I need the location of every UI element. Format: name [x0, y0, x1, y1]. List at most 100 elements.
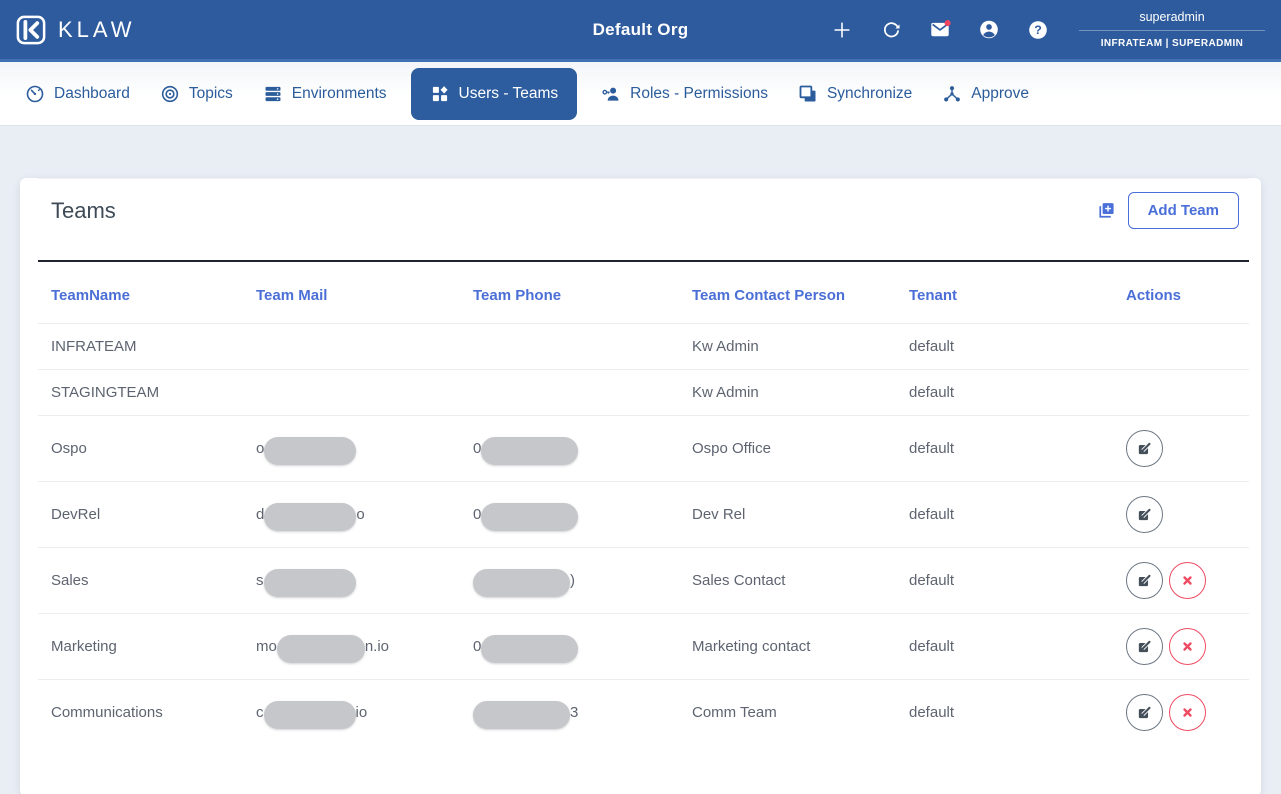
table-row: Communications c io 3 Comm Team default	[38, 679, 1249, 746]
team-mail: do	[256, 482, 473, 548]
nav-synchronize[interactable]: Synchronize	[783, 68, 927, 120]
edit-team-button[interactable]	[1126, 496, 1163, 533]
team-contact: Marketing contact	[692, 638, 811, 655]
redaction-pill	[481, 502, 579, 531]
team-contact: Dev Rel	[692, 506, 746, 523]
redaction-pill	[263, 568, 356, 597]
team-phone: 0	[473, 482, 692, 548]
hub-icon	[944, 85, 961, 101]
delete-team-button[interactable]	[1169, 694, 1206, 731]
team-actions	[1126, 548, 1249, 614]
team-name: Sales	[51, 572, 89, 589]
nav-users-teams[interactable]: Users - Teams	[410, 67, 578, 120]
app-header: KLAW Default Org ? superadmin INFRATEAM …	[0, 0, 1281, 62]
teams-table: TeamName Team Mail Team Phone Team Conta…	[38, 260, 1249, 745]
nav-environments[interactable]: Environments	[248, 68, 402, 120]
team-actions	[1126, 614, 1249, 680]
teams-card: Teams Add Team TeamName Team Mail Team P…	[20, 178, 1261, 794]
redaction-pill	[276, 634, 365, 663]
plus-icon[interactable]	[831, 19, 853, 41]
nav-label: Approve	[971, 84, 1029, 102]
team-actions	[1126, 370, 1249, 416]
team-phone: )	[473, 548, 692, 614]
team-contact: Kw Admin	[692, 384, 759, 401]
nav-label: Dashboard	[54, 84, 130, 102]
main-nav: Dashboard Topics Environments Users - Te…	[0, 62, 1281, 126]
brand-name: KLAW	[58, 16, 136, 42]
team-mail: c io	[256, 680, 473, 746]
nav-approve[interactable]: Approve	[927, 68, 1044, 120]
edit-icon	[1138, 640, 1151, 653]
nav-label: Users - Teams	[458, 84, 559, 102]
table-row: INFRATEAM Kw Admin default	[38, 323, 1249, 370]
edit-team-button[interactable]	[1126, 430, 1163, 467]
edit-icon	[1138, 574, 1151, 587]
user-name: superadmin	[1139, 10, 1205, 24]
nav-label: Topics	[188, 84, 233, 102]
team-contact: Sales Contact	[692, 572, 786, 589]
table-row: Sales s ) Sales Contact default	[38, 547, 1249, 614]
team-name: INFRATEAM	[51, 338, 137, 355]
edit-icon	[1138, 508, 1151, 521]
team-tenant: default	[909, 338, 955, 355]
table-row: STAGINGTEAM Kw Admin default	[38, 369, 1249, 416]
team-actions	[1126, 416, 1249, 482]
delete-team-button[interactable]	[1169, 628, 1206, 665]
team-mail: s	[256, 548, 473, 614]
team-name: Marketing	[51, 638, 117, 655]
delete-team-button[interactable]	[1169, 562, 1206, 599]
help-icon[interactable]: ?	[1027, 19, 1049, 41]
edit-team-button[interactable]	[1126, 562, 1163, 599]
team-name: STAGINGTEAM	[51, 384, 160, 401]
team-tenant: default	[909, 440, 955, 457]
col-tenant: Tenant	[909, 287, 958, 304]
layers-icon	[799, 85, 816, 101]
header-actions: ?	[831, 19, 1079, 41]
table-header-row: TeamName Team Mail Team Phone Team Conta…	[38, 261, 1249, 324]
team-phone	[473, 324, 692, 370]
user-team-role: INFRATEAM | SUPERADMIN	[1079, 30, 1265, 49]
team-name: Ospo	[51, 440, 87, 457]
team-actions	[1126, 680, 1249, 746]
delete-x-icon	[1183, 708, 1192, 717]
nav-topics[interactable]: Topics	[145, 68, 248, 120]
table-row: Ospo o 0 Ospo Office default	[38, 415, 1249, 482]
add-team-area: Add Team	[1098, 192, 1249, 229]
nav-label: Synchronize	[826, 84, 913, 102]
col-actions: Actions	[1126, 287, 1182, 304]
nav-roles-permissions[interactable]: Roles - Permissions	[586, 68, 783, 120]
team-name: Communications	[51, 704, 163, 721]
user-block[interactable]: superadmin INFRATEAM | SUPERADMIN	[1079, 10, 1265, 49]
nav-label: Environments	[291, 84, 387, 102]
person-key-icon	[602, 87, 619, 101]
add-team-button[interactable]: Add Team	[1127, 192, 1239, 229]
team-phone: 3	[473, 680, 692, 746]
mail-icon[interactable]	[929, 19, 951, 41]
team-tenant: default	[909, 384, 955, 401]
team-contact: Ospo Office	[692, 440, 771, 457]
team-phone: 0	[473, 416, 692, 482]
nav-label: Roles - Permissions	[630, 84, 768, 102]
brand[interactable]: KLAW	[16, 15, 136, 45]
col-team-mail: Team Mail	[256, 287, 328, 304]
delete-x-icon	[1183, 576, 1192, 585]
redaction-pill	[481, 634, 579, 663]
card-header: Teams Add Team	[38, 179, 1249, 243]
edit-team-button[interactable]	[1126, 694, 1163, 731]
edit-icon	[1138, 706, 1151, 719]
team-mail	[256, 370, 473, 416]
edit-team-button[interactable]	[1126, 628, 1163, 665]
account-icon[interactable]	[978, 19, 1000, 41]
team-actions	[1126, 324, 1249, 370]
library-add-icon[interactable]	[1098, 202, 1115, 219]
team-name: DevRel	[51, 506, 101, 523]
server-stack-icon	[265, 86, 281, 101]
refresh-icon[interactable]	[880, 19, 902, 41]
col-teamname: TeamName	[51, 287, 130, 304]
nav-dashboard[interactable]: Dashboard	[10, 68, 145, 120]
team-tenant: default	[909, 572, 955, 589]
target-icon	[161, 85, 178, 102]
redaction-pill	[263, 700, 356, 729]
redaction-pill	[264, 502, 357, 531]
team-phone: 0	[473, 614, 692, 680]
